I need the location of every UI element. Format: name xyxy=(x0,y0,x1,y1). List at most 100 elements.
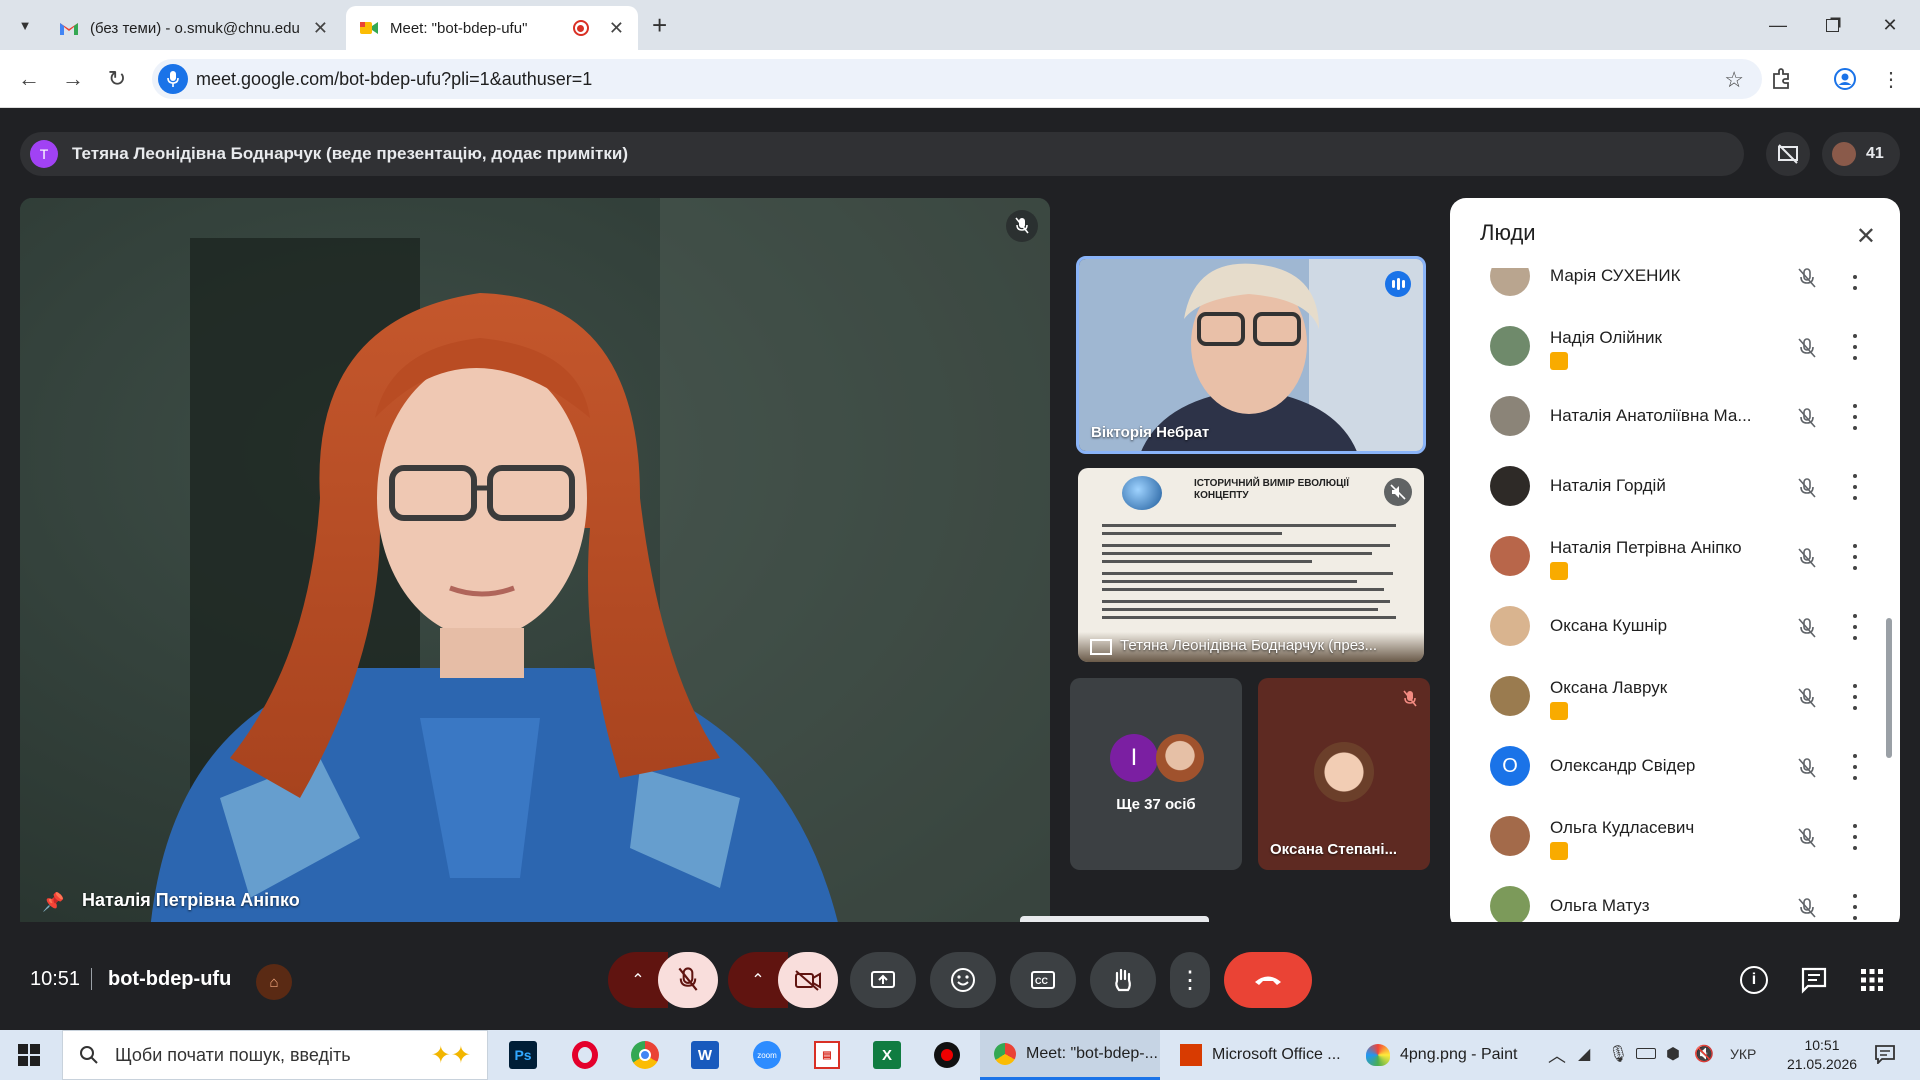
person-row[interactable]: Наталія Анатоліївна Ма... xyxy=(1490,382,1870,452)
activities-icon[interactable] xyxy=(1860,968,1884,997)
tab-title: (без теми) - o.smuk@chnu.edu xyxy=(90,19,300,37)
tray-microphone-icon[interactable]: 🎙 xyxy=(1608,1044,1628,1064)
person-row[interactable]: Оксана Кушнір xyxy=(1490,592,1870,662)
close-window-icon[interactable]: ✕ xyxy=(1870,8,1910,42)
person-more-icon[interactable] xyxy=(1850,684,1860,710)
person-avatar: O xyxy=(1490,746,1530,786)
person-name: Оксана Кушнір xyxy=(1550,616,1668,635)
close-tab-icon[interactable]: ✕ xyxy=(313,18,328,39)
taskbar-app-office[interactable]: Microsoft Office ... xyxy=(1170,1030,1350,1080)
person-more-icon[interactable] xyxy=(1850,894,1860,920)
svg-text:CC: CC xyxy=(1035,976,1048,986)
person-more-icon[interactable] xyxy=(1850,754,1860,780)
presentation-badge-icon xyxy=(1550,842,1568,860)
host-controls-icon[interactable]: ⌂ xyxy=(256,964,292,1000)
network-icon[interactable]: ◢ xyxy=(1578,1044,1590,1064)
chrome-icon[interactable] xyxy=(628,1038,662,1072)
tab-meet[interactable]: Meet: "bot-bdep-ufu" ✕ xyxy=(346,6,638,50)
language-indicator[interactable]: УКР xyxy=(1730,1046,1756,1062)
taskbar-clock[interactable]: 10:51 21.05.2026 xyxy=(1782,1036,1862,1074)
taskbar-app-meet[interactable]: Meet: "bot-bdep-... xyxy=(980,1030,1160,1080)
person-row-partial[interactable]: Марія СУХЕНИК xyxy=(1490,268,1870,312)
bookmark-star-icon[interactable]: ☆ xyxy=(1724,67,1744,93)
tab-search-button[interactable]: ▼ xyxy=(12,12,38,38)
person-more-icon[interactable] xyxy=(1850,474,1860,500)
video-tile-oksana[interactable]: Оксана Степані... xyxy=(1258,678,1430,870)
participants-button[interactable]: 41 xyxy=(1822,132,1900,176)
people-scrollbar[interactable] xyxy=(1886,618,1892,758)
minimize-icon[interactable]: — xyxy=(1758,8,1798,42)
others-avatar-initial: I xyxy=(1110,734,1158,782)
photoshop-icon[interactable]: Ps xyxy=(506,1038,540,1072)
more-options-button[interactable]: ⋮ xyxy=(1170,952,1210,1008)
microphone-icon[interactable] xyxy=(158,64,188,94)
person-row[interactable]: Наталія Гордій xyxy=(1490,452,1870,522)
taskbar-app-paint[interactable]: 4png.png - Paint xyxy=(1360,1030,1540,1080)
person-more-icon[interactable] xyxy=(1850,268,1860,290)
person-mic-off-icon xyxy=(1795,616,1819,640)
tab-gmail[interactable]: (без теми) - o.smuk@chnu.edu ✕ xyxy=(46,6,342,50)
main-video-tile[interactable]: 📌 Наталія Петрівна Аніпко xyxy=(20,198,1050,931)
video-tile-speaker[interactable]: Вікторія Небрат xyxy=(1076,256,1426,454)
notifications-icon[interactable] xyxy=(1874,1044,1896,1069)
word-icon[interactable]: W xyxy=(688,1038,722,1072)
presentation-muted-icon xyxy=(1384,478,1412,506)
location-icon[interactable]: ⬢ xyxy=(1666,1044,1680,1064)
reactions-button[interactable] xyxy=(930,952,996,1008)
person-more-icon[interactable] xyxy=(1850,614,1860,640)
hide-presentation-button[interactable] xyxy=(1766,132,1810,176)
present-button[interactable] xyxy=(850,952,916,1008)
person-more-icon[interactable] xyxy=(1850,334,1860,360)
tray-chevron-icon[interactable]: ︿ xyxy=(1548,1042,1566,1068)
time-divider xyxy=(91,968,92,990)
taskbar-search-placeholder: Щоби почати пошук, введіть xyxy=(115,1044,351,1065)
back-icon[interactable]: ← xyxy=(12,62,46,96)
chat-icon[interactable] xyxy=(1800,966,1828,999)
person-avatar xyxy=(1490,536,1530,576)
meet-stage: T Тетяна Леонідівна Боднарчук (веде през… xyxy=(0,108,1920,1030)
person-mic-off-icon xyxy=(1795,756,1819,780)
others-tile[interactable]: I Ще 37 осіб xyxy=(1070,678,1242,870)
captions-button[interactable]: CC xyxy=(1010,952,1076,1008)
profile-icon[interactable] xyxy=(1828,62,1862,96)
battery-icon[interactable] xyxy=(1636,1048,1656,1059)
address-bar[interactable]: meet.google.com/bot-bdep-ufu?pli=1&authu… xyxy=(152,59,1762,99)
excel-icon[interactable]: X xyxy=(870,1038,904,1072)
leave-call-button[interactable] xyxy=(1224,952,1312,1008)
zoom-icon[interactable]: zoom xyxy=(750,1038,784,1072)
person-more-icon[interactable] xyxy=(1850,824,1860,850)
person-row[interactable]: Ольга Кудласевич xyxy=(1490,802,1870,872)
presentation-tile[interactable]: ІСТОРИЧНИЙ ВИМІР ЕВОЛЮЦІЇ КОНЦЕПТУ Тетян… xyxy=(1078,468,1424,662)
person-row[interactable]: Надія Олійник xyxy=(1490,312,1870,382)
taskbar-search-box[interactable]: Щоби почати пошук, введіть ✦✦ xyxy=(62,1030,488,1080)
person-row[interactable]: Оксана Лаврук xyxy=(1490,662,1870,732)
close-tab-icon[interactable]: ✕ xyxy=(609,18,624,39)
mic-toggle-button[interactable] xyxy=(658,952,718,1008)
chrome-menu-icon[interactable]: ⋮ xyxy=(1874,62,1908,96)
close-panel-icon[interactable]: ✕ xyxy=(1856,222,1876,251)
person-row[interactable]: Наталія Петрівна Аніпко xyxy=(1490,522,1870,592)
meet-controls-bar: 10:51 bot-bdep-ufu ⌂ ⌃ ⌃ CC ⋮ i xyxy=(0,922,1920,1030)
pin-icon[interactable]: 📌 xyxy=(42,892,64,913)
person-more-icon[interactable] xyxy=(1850,404,1860,430)
reload-icon[interactable]: ↻ xyxy=(100,62,134,96)
raise-hand-button[interactable] xyxy=(1090,952,1156,1008)
presentation-badge-icon xyxy=(1550,702,1568,720)
pdf-reader-icon[interactable]: ▤ xyxy=(810,1038,844,1072)
person-row[interactable]: O Олександр Свідер xyxy=(1490,732,1870,802)
person-avatar xyxy=(1490,606,1530,646)
person-name: Олександр Свідер xyxy=(1550,756,1696,775)
camera-toggle-button[interactable] xyxy=(778,952,838,1008)
meet-icon xyxy=(360,19,378,37)
browser-tab-strip: ▼ (без теми) - o.smuk@chnu.edu ✕ Meet: "… xyxy=(0,0,1920,50)
new-tab-button[interactable]: + xyxy=(652,10,667,41)
meeting-details-icon[interactable]: i xyxy=(1740,966,1768,994)
forward-icon[interactable]: → xyxy=(56,62,90,96)
volume-icon[interactable]: 🔇 xyxy=(1694,1044,1714,1064)
extensions-icon[interactable] xyxy=(1764,62,1798,96)
windows-start-icon[interactable] xyxy=(12,1038,46,1072)
recorder-icon[interactable] xyxy=(930,1038,964,1072)
restore-icon[interactable] xyxy=(1812,8,1852,42)
opera-icon[interactable] xyxy=(568,1038,602,1072)
person-more-icon[interactable] xyxy=(1850,544,1860,570)
